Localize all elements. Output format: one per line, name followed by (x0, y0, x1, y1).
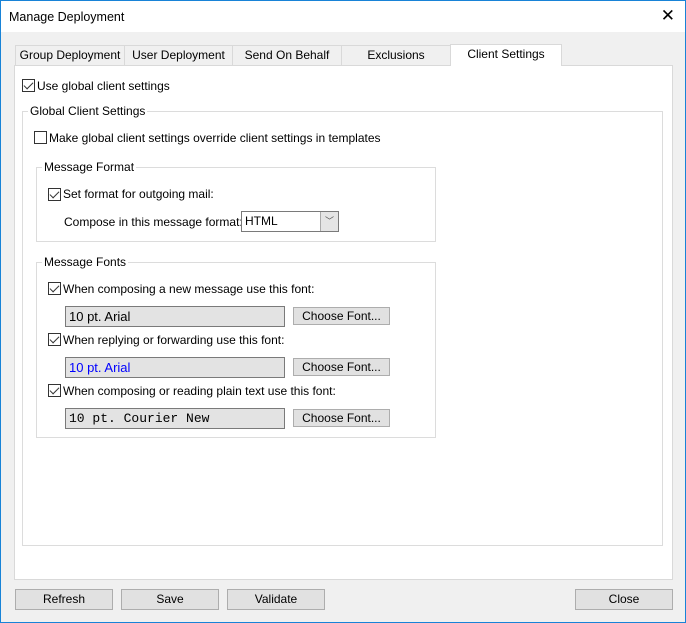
close-button[interactable]: Close (575, 589, 673, 610)
reply-font-label: When replying or forwarding use this fon… (63, 333, 285, 347)
window-title: Manage Deployment (9, 10, 125, 24)
choose-font-button-new[interactable]: Choose Font... (293, 307, 390, 325)
plain-text-font-label: When composing or reading plain text use… (63, 384, 336, 398)
plain-text-font-checkbox[interactable] (48, 384, 61, 397)
use-global-checkbox[interactable] (22, 79, 35, 92)
set-format-label: Set format for outgoing mail: (63, 187, 214, 201)
new-message-font-label: When composing a new message use this fo… (63, 282, 315, 296)
tab-exclusions[interactable]: Exclusions (341, 45, 451, 66)
tab-group-deployment[interactable]: Group Deployment (15, 45, 125, 66)
tab-client-settings[interactable]: Client Settings (450, 44, 562, 66)
message-fonts-legend: Message Fonts (42, 255, 129, 269)
tab-send-on-behalf[interactable]: Send On Behalf (232, 45, 342, 66)
global-client-settings-legend: Global Client Settings (28, 104, 148, 118)
compose-format-label: Compose in this message format: (64, 215, 243, 229)
title-bar: Manage Deployment ✕ (1, 1, 685, 32)
reply-font-checkbox[interactable] (48, 333, 61, 346)
close-icon[interactable]: ✕ (661, 6, 675, 26)
reply-font-field: 10 pt. Arial (65, 357, 285, 378)
plain-text-font-field: 10 pt. Courier New (65, 408, 285, 429)
manage-deployment-dialog: Manage Deployment ✕ Group Deployment Use… (0, 0, 686, 623)
use-global-label: Use global client settings (37, 79, 170, 93)
message-format-value: HTML (245, 214, 278, 228)
message-format-select[interactable]: HTML ﹀ (241, 211, 339, 232)
override-label: Make global client settings override cli… (49, 131, 381, 145)
message-format-legend: Message Format (42, 160, 137, 174)
override-checkbox[interactable] (34, 131, 47, 144)
validate-button[interactable]: Validate (227, 589, 325, 610)
choose-font-button-reply[interactable]: Choose Font... (293, 358, 390, 376)
refresh-button[interactable]: Refresh (15, 589, 113, 610)
choose-font-button-plain[interactable]: Choose Font... (293, 409, 390, 427)
set-format-checkbox[interactable] (48, 188, 61, 201)
new-message-font-field: 10 pt. Arial (65, 306, 285, 327)
save-button[interactable]: Save (121, 589, 219, 610)
new-message-font-checkbox[interactable] (48, 282, 61, 295)
tab-user-deployment[interactable]: User Deployment (124, 45, 233, 66)
message-format-group (36, 167, 436, 242)
chevron-down-icon[interactable]: ﹀ (320, 212, 338, 231)
